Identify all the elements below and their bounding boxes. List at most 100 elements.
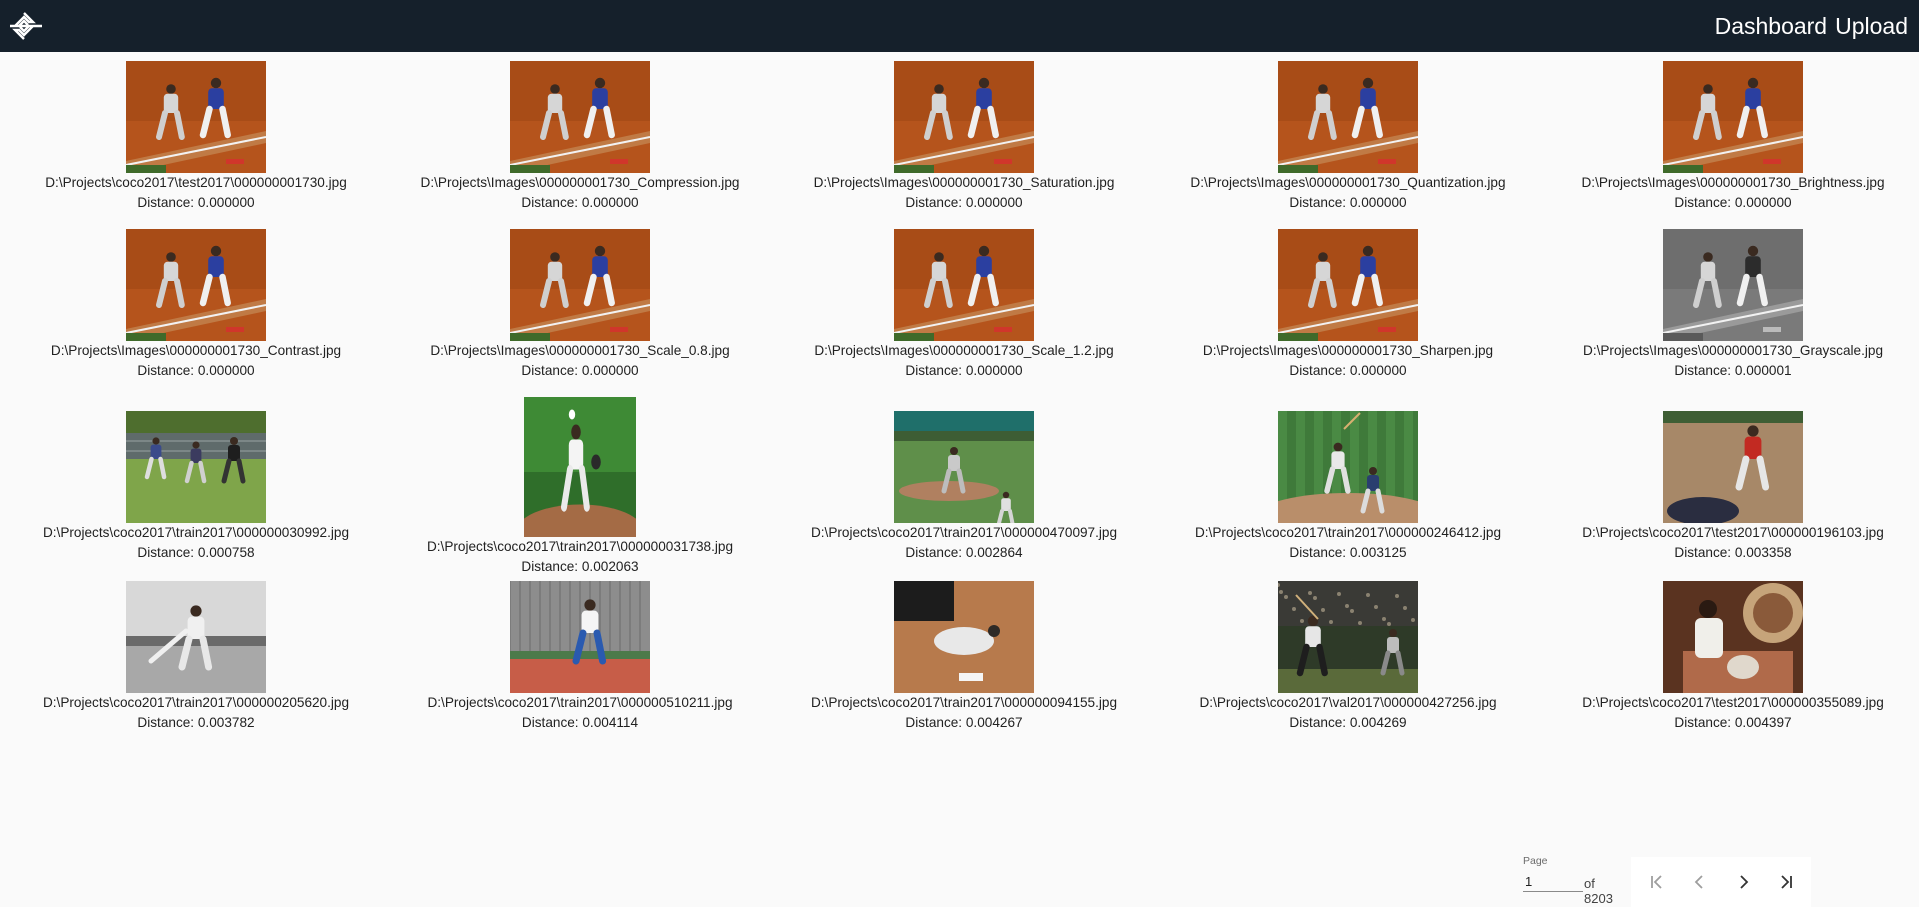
result-distance: Distance: 0.000758 (137, 545, 255, 560)
result-distance: Distance: 0.004267 (905, 715, 1023, 730)
top-nav: Dashboard Upload (1707, 0, 1908, 52)
result-thumbnail[interactable] (1277, 61, 1419, 173)
nav-dashboard-link[interactable]: Dashboard (1707, 0, 1828, 52)
result-card: D:\Projects\coco2017\train2017\000000470… (772, 411, 1156, 562)
result-card: D:\Projects\coco2017\train2017\000000510… (388, 581, 772, 732)
result-thumbnail[interactable] (125, 229, 267, 341)
page-total: of 8203 (1584, 876, 1613, 906)
result-distance: Distance: 0.004269 (1289, 715, 1407, 730)
chevron-right-icon (1739, 875, 1748, 889)
results-grid: D:\Projects\coco2017\test2017\0000000017… (0, 52, 1919, 752)
result-thumbnail[interactable] (126, 581, 266, 693)
result-distance: Distance: 0.004397 (1674, 715, 1792, 730)
result-file-path: D:\Projects\coco2017\val2017\00000042725… (1199, 695, 1497, 710)
result-file-path: D:\Projects\Images\000000001730_Contrast… (50, 343, 342, 358)
result-file-path: D:\Projects\Images\000000001730_Scale_1.… (814, 343, 1114, 358)
result-distance: Distance: 0.000000 (1289, 363, 1407, 378)
result-file-path: D:\Projects\coco2017\train2017\000000246… (1194, 525, 1502, 540)
result-card: D:\Projects\coco2017\test2017\0000003550… (1541, 581, 1919, 732)
result-file-path: D:\Projects\coco2017\train2017\000000031… (426, 539, 734, 554)
result-distance: Distance: 0.000000 (137, 363, 255, 378)
result-thumbnail[interactable] (509, 61, 651, 173)
pagination: Page of 8203 (1523, 855, 1919, 907)
result-card: D:\Projects\coco2017\train2017\000000094… (772, 581, 1156, 732)
last-page-icon (1780, 875, 1792, 889)
result-thumbnail[interactable] (1277, 229, 1419, 341)
result-thumbnail[interactable] (1663, 411, 1803, 525)
result-card: D:\Projects\Images\000000001730_Brightne… (1541, 61, 1919, 212)
result-thumbnail[interactable] (516, 397, 644, 560)
result-thumbnail[interactable] (894, 581, 1034, 693)
result-distance: Distance: 0.000000 (905, 363, 1023, 378)
result-card: D:\Projects\Images\000000001730_Compress… (388, 61, 772, 212)
result-distance: Distance: 0.000000 (521, 195, 639, 210)
top-app-bar: Dashboard Upload (0, 0, 1919, 52)
page-number-input[interactable] (1523, 872, 1583, 892)
result-distance: Distance: 0.000000 (137, 195, 255, 210)
result-distance: Distance: 0.000001 (1674, 363, 1792, 378)
result-file-path: D:\Projects\Images\000000001730_Scale_0.… (430, 343, 730, 358)
result-card: D:\Projects\coco2017\val2017\00000042725… (1156, 581, 1540, 732)
result-distance: Distance: 0.000000 (905, 195, 1023, 210)
result-card: D:\Projects\Images\000000001730_Scale_1.… (772, 229, 1156, 380)
result-file-path: D:\Projects\Images\000000001730_Compress… (420, 175, 740, 190)
page-field-label: Page (1523, 855, 1548, 867)
pagination-buttons (1631, 857, 1811, 907)
result-file-path: D:\Projects\Images\000000001730_Sharpen.… (1202, 343, 1494, 358)
result-file-path: D:\Projects\coco2017\train2017\000000094… (810, 695, 1118, 710)
result-card: D:\Projects\Images\000000001730_Scale_0.… (388, 229, 772, 380)
result-card: D:\Projects\coco2017\train2017\000000246… (1156, 411, 1540, 562)
result-file-path: D:\Projects\Images\000000001730_Saturati… (813, 175, 1115, 190)
result-file-path: D:\Projects\coco2017\test2017\0000003550… (1582, 695, 1884, 710)
result-thumbnail[interactable] (509, 581, 650, 693)
app-logo-icon[interactable] (2, 2, 46, 50)
result-card: D:\Projects\Images\000000001730_Quantiza… (1156, 61, 1540, 212)
result-distance: Distance: 0.004114 (521, 715, 639, 730)
result-thumbnail[interactable] (1258, 411, 1438, 537)
result-file-path: D:\Projects\coco2017\test2017\0000000017… (45, 175, 347, 190)
result-distance: Distance: 0.003782 (137, 715, 255, 730)
chevron-left-icon (1694, 875, 1703, 889)
result-file-path: D:\Projects\Images\000000001730_Grayscal… (1583, 343, 1883, 358)
result-thumbnail[interactable] (125, 61, 267, 173)
result-distance: Distance: 0.000000 (1289, 195, 1407, 210)
result-thumbnail[interactable] (126, 411, 266, 523)
result-file-path: D:\Projects\Images\000000001730_Quantiza… (1190, 175, 1506, 190)
result-file-path: D:\Projects\coco2017\train2017\000000510… (427, 695, 733, 710)
result-file-path: D:\Projects\coco2017\train2017\000000205… (42, 695, 350, 710)
result-thumbnail[interactable] (1276, 581, 1418, 693)
result-distance: Distance: 0.002864 (905, 545, 1023, 560)
result-distance: Distance: 0.003125 (1289, 545, 1407, 560)
result-thumbnail[interactable] (1662, 229, 1804, 341)
last-page-button[interactable] (1768, 864, 1804, 900)
result-thumbnail[interactable] (1662, 61, 1804, 173)
first-page-icon (1650, 875, 1662, 889)
result-file-path: D:\Projects\Images\000000001730_Brightne… (1581, 175, 1885, 190)
result-card: D:\Projects\Images\000000001730_Sharpen.… (1156, 229, 1540, 380)
result-distance: Distance: 0.002063 (521, 559, 639, 574)
previous-page-button[interactable] (1682, 864, 1718, 900)
result-thumbnail[interactable] (1663, 581, 1803, 693)
result-thumbnail[interactable] (894, 411, 1034, 529)
result-card: D:\Projects\Images\000000001730_Contrast… (4, 229, 388, 380)
result-card: D:\Projects\coco2017\test2017\0000001961… (1541, 411, 1919, 562)
result-file-path: D:\Projects\coco2017\train2017\000000470… (810, 525, 1118, 540)
result-file-path: D:\Projects\coco2017\train2017\000000030… (42, 525, 350, 540)
result-distance: Distance: 0.000000 (521, 363, 639, 378)
result-card: D:\Projects\coco2017\test2017\0000000017… (4, 61, 388, 212)
result-card: D:\Projects\Images\000000001730_Saturati… (772, 61, 1156, 212)
nav-upload-link[interactable]: Upload (1827, 0, 1908, 52)
page-field: Page of 8203 (1523, 855, 1613, 906)
next-page-button[interactable] (1725, 864, 1761, 900)
result-thumbnail[interactable] (509, 229, 651, 341)
result-card: D:\Projects\Images\000000001730_Grayscal… (1541, 229, 1919, 380)
result-thumbnail[interactable] (893, 229, 1035, 341)
result-thumbnail[interactable] (893, 61, 1035, 173)
result-distance: Distance: 0.003358 (1674, 545, 1792, 560)
result-card: D:\Projects\coco2017\train2017\000000205… (4, 581, 388, 732)
first-page-button[interactable] (1639, 864, 1675, 900)
result-file-path: D:\Projects\coco2017\test2017\0000001961… (1582, 525, 1884, 540)
result-distance: Distance: 0.000000 (1674, 195, 1792, 210)
result-card: D:\Projects\coco2017\train2017\000000030… (4, 411, 388, 562)
result-card: D:\Projects\coco2017\train2017\000000031… (388, 397, 772, 576)
